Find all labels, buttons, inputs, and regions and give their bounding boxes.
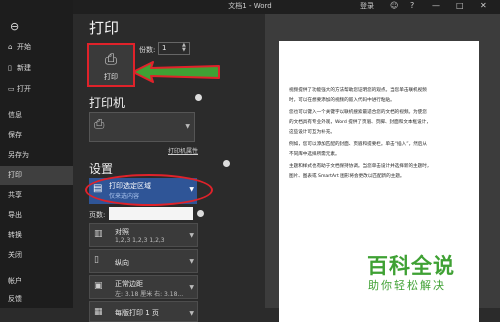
sidebar-item-feedback[interactable]: 反馈 xyxy=(0,290,73,309)
print-panel: 打印 ⎙ 打印 份数: 1 ▲ ▼ 打印机 ⎙ ▼ 打印机属性 设置 ▤ 打印选定… xyxy=(73,14,265,322)
close-icon[interactable]: ✕ xyxy=(480,1,487,10)
sidebar-item-convert[interactable]: 转换 xyxy=(0,226,73,245)
window-title: 文档1 - Word xyxy=(228,2,272,10)
page-title: 打印 xyxy=(89,19,120,37)
annotation-arrow-icon xyxy=(133,61,220,83)
minimize-icon[interactable]: — xyxy=(432,1,440,10)
printer-section-heading: 打印机 xyxy=(89,96,126,110)
annotation-ellipse xyxy=(85,174,213,206)
back-arrow-icon[interactable]: ⊖ xyxy=(10,20,19,33)
collate-icon: ▥ xyxy=(94,229,103,239)
printer-properties-link[interactable]: 打印机属性 xyxy=(168,146,198,155)
chevron-down-icon: ▼ xyxy=(189,232,194,239)
sidebar-item-export[interactable]: 导出 xyxy=(0,206,73,225)
pages-label: 页数: xyxy=(89,211,106,219)
printer-icon: ⎙ xyxy=(94,117,105,132)
sidebar-item-save-as[interactable]: 另存为 xyxy=(0,146,73,165)
preview-line: 您也可以键入一个关键字以联机搜索最适合您的文档的视频。为使您 xyxy=(289,110,427,115)
orientation-select[interactable]: ▯ 纵向 ▼ xyxy=(89,249,198,273)
printer-select[interactable]: ⎙ ▼ xyxy=(89,112,195,142)
preview-line: 的文档具有专业外观，Word 提供了页眉、页脚、封面和文本框设计， xyxy=(289,120,431,125)
info-icon[interactable] xyxy=(197,210,204,217)
collate-select[interactable]: ▥ 对照 1,2,3 1,2,3 1,2,3 ▼ xyxy=(89,223,198,247)
watermark-subtitle: 助你轻松解决 xyxy=(368,279,446,292)
title-bar: 文档1 - Word 登录 ☺ ? — □ ✕ xyxy=(0,0,500,14)
sidebar-item-new[interactable]: ▯ 新建 xyxy=(0,59,73,78)
watermark-title: 百科全说 xyxy=(367,254,455,278)
preview-line: 时，可以在想要添加的视频的嵌入代码中进行粘贴。 xyxy=(289,98,395,103)
preview-line: 这些设计可互为补充。 xyxy=(289,130,335,135)
sidebar-item-print[interactable]: 打印 xyxy=(0,166,73,185)
feedback-smiley-icon[interactable]: ☺ xyxy=(390,1,398,10)
sidebar-item-close[interactable]: 关闭 xyxy=(0,246,73,265)
pages-input[interactable] xyxy=(109,207,193,220)
preview-line: 例如，您可以添加匹配的封面、页眉和提要栏。单击“插入”，然后从 xyxy=(289,142,427,147)
login-link[interactable]: 登录 xyxy=(360,1,374,11)
help-icon[interactable]: ? xyxy=(410,1,414,10)
preview-line: 图片、图表或 SmartArt 图形将会更改以匹配新的主题。 xyxy=(289,174,405,179)
sidebar-item-info[interactable]: 信息 xyxy=(0,106,73,125)
home-icon: ⌂ xyxy=(8,43,13,51)
copies-spinner-icon[interactable]: ▲ ▼ xyxy=(182,43,186,53)
pages-per-sheet-select[interactable]: ▦ 每版打印 1 页 ▼ xyxy=(89,301,198,322)
new-doc-icon: ▯ xyxy=(8,64,12,72)
info-icon[interactable] xyxy=(195,94,202,101)
portrait-icon: ▯ xyxy=(94,255,99,265)
info-icon[interactable] xyxy=(223,160,230,167)
preview-line: 主题和样式也有助于文档保持协调。当您单击设计并选择新的主题时， xyxy=(289,164,432,169)
folder-icon: ▭ xyxy=(8,85,15,93)
chevron-down-icon: ▼ xyxy=(189,284,194,291)
settings-section-heading: 设置 xyxy=(89,162,114,176)
preview-line: 不同库中选择所需元素。 xyxy=(289,152,340,157)
copies-label: 份数: xyxy=(139,46,156,54)
sidebar-item-home[interactable]: ⌂ 开始 xyxy=(0,38,73,57)
print-button[interactable]: ⎙ 打印 xyxy=(87,43,135,87)
maximize-icon[interactable]: □ xyxy=(456,1,464,10)
sidebar-item-save[interactable]: 保存 xyxy=(0,126,73,145)
sidebar-item-account[interactable]: 帐户 xyxy=(0,272,73,291)
backstage-sidebar: ⊖ ⌂ 开始 ▯ 新建 ▭ 打开 信息 保存 另存为 打印 共享 导出 转换 关闭 帐… xyxy=(0,0,73,308)
pages-per-sheet-icon: ▦ xyxy=(94,307,103,317)
printer-icon: ⎙ xyxy=(104,50,117,68)
print-button-label: 打印 xyxy=(104,73,118,81)
preview-line: 视频提供了功能强大的方法帮助您证明您的观点。当您单击联机视频 xyxy=(289,88,427,93)
chevron-down-icon: ▼ xyxy=(189,310,194,317)
chevron-down-icon: ▼ xyxy=(185,123,190,130)
sidebar-item-open[interactable]: ▭ 打开 xyxy=(0,80,73,99)
margins-icon: ▣ xyxy=(94,281,103,291)
sidebar-item-share[interactable]: 共享 xyxy=(0,186,73,205)
chevron-down-icon: ▼ xyxy=(189,258,194,265)
margins-select[interactable]: ▣ 正常边距 左: 3.18 厘米 右: 3.18... ▼ xyxy=(89,275,198,299)
